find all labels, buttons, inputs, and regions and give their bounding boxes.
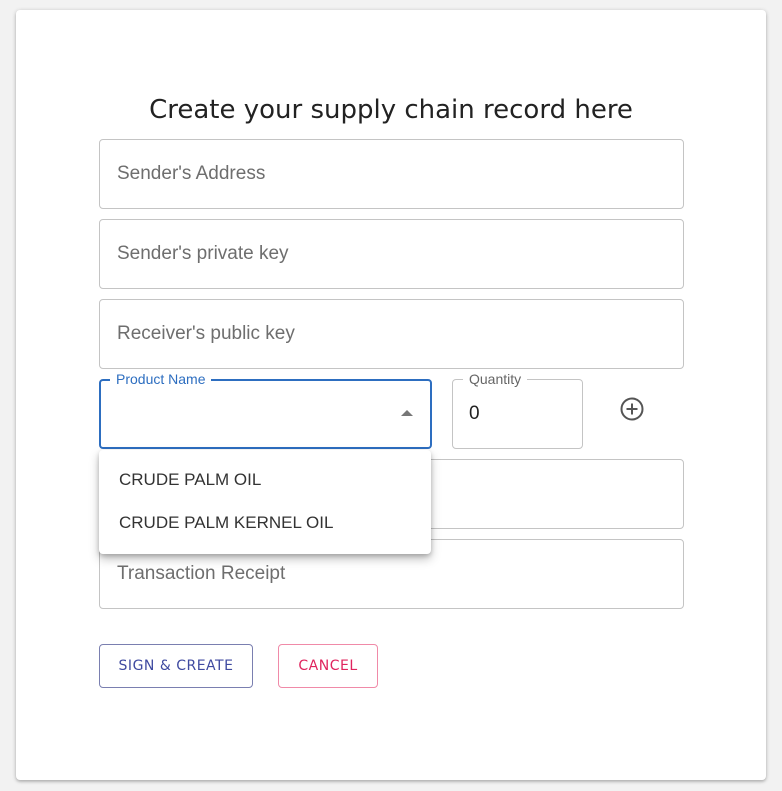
product-name-label: Product Name [110,370,212,388]
sender-private-key-field[interactable]: Sender's private key [99,219,684,289]
cancel-button[interactable]: CANCEL [278,644,378,688]
plus-circle-icon [620,397,644,421]
quantity-value: 0 [469,403,480,424]
menu-item-crude-palm-kernel-oil[interactable]: CRUDE PALM KERNEL OIL [99,501,431,544]
product-name-select[interactable]: Product Name [99,370,432,449]
menu-item-crude-palm-oil[interactable]: CRUDE PALM OIL [99,458,431,501]
sender-address-field[interactable]: Sender's Address [99,139,684,209]
add-product-button[interactable] [619,396,645,422]
sign-create-button[interactable]: SIGN & CREATE [99,644,253,688]
sender-address-placeholder: Sender's Address [117,163,266,184]
receiver-public-key-field[interactable]: Receiver's public key [99,299,684,369]
quantity-field[interactable]: Quantity 0 [452,370,583,449]
arrow-drop-up-icon[interactable] [401,410,413,416]
page-title: Create your supply chain record here [149,95,633,125]
sender-private-key-placeholder: Sender's private key [117,243,289,264]
receiver-public-key-placeholder: Receiver's public key [117,323,295,344]
product-dropdown-menu: CRUDE PALM OIL CRUDE PALM KERNEL OIL [99,450,431,554]
